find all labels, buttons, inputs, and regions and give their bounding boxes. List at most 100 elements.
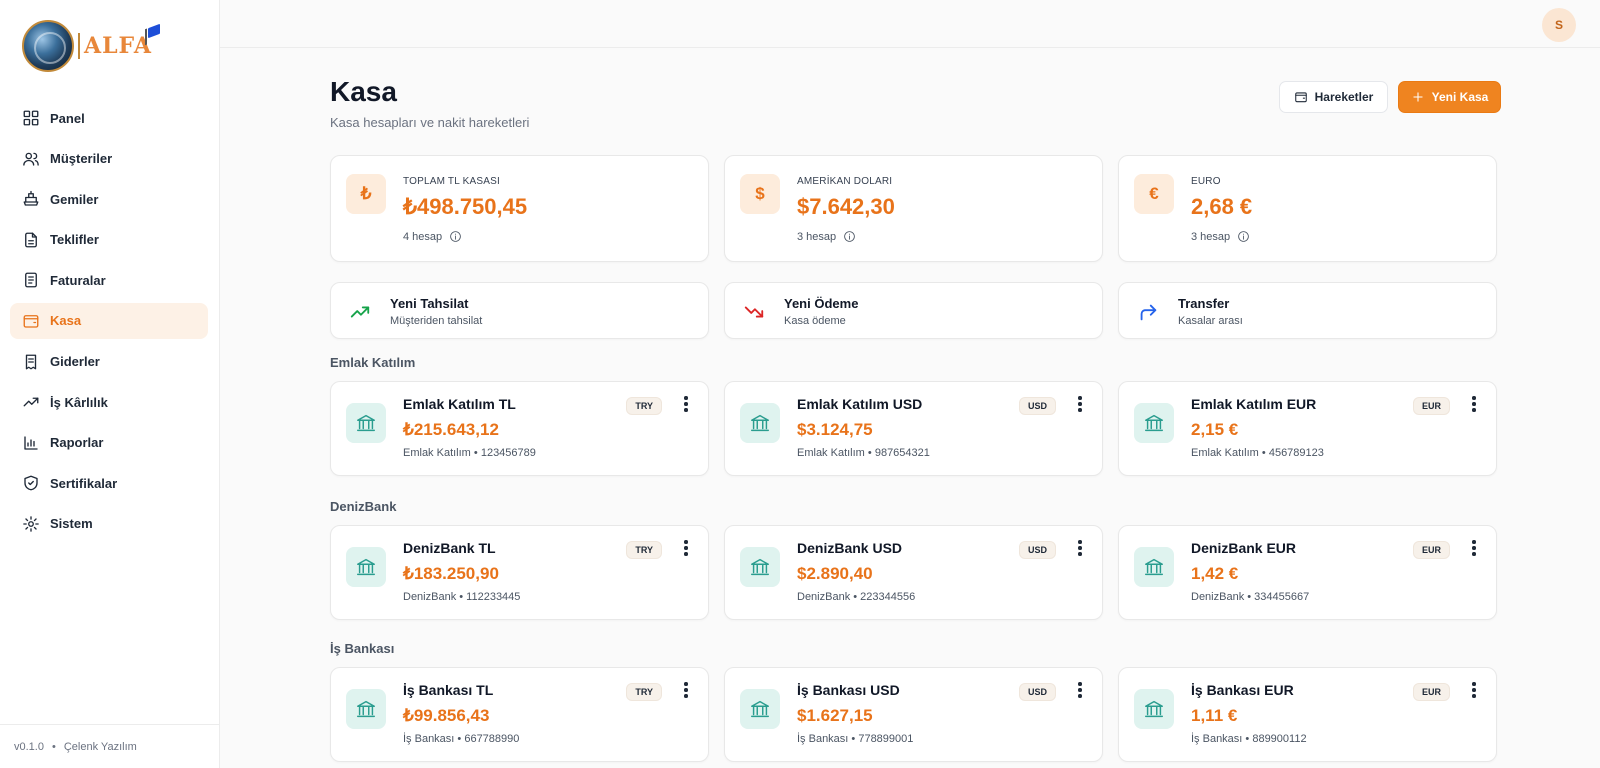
lira-icon: ₺ [346,174,386,214]
account-card[interactable]: İş Bankası USD $1.627,15 İş Bankası • 77… [724,667,1103,762]
sidebar-item-label: Kasa [50,313,82,329]
trend-up-icon [23,397,39,407]
movements-button[interactable]: Hareketler [1279,81,1388,113]
more-vertical-icon[interactable] [1466,680,1482,700]
group-label-is-bankasi: İş Bankası [330,641,395,656]
action-title: Transfer [1178,296,1230,311]
sidebar-item-label: Teklifler [50,232,99,248]
account-number: 123456789 [480,447,536,459]
summary-label: EURO [1191,176,1221,187]
account-card[interactable]: İş Bankası EUR 1,11 € İş Bankası • 88990… [1118,667,1497,762]
account-card[interactable]: İş Bankası TL ₺99.856,43 İş Bankası • 66… [330,667,709,762]
group-label-emlak-katilim: Emlak Katılım [330,355,416,370]
summary-count: 3 hesap [1191,230,1250,243]
more-vertical-icon[interactable] [1466,394,1482,414]
sidebar-item-label: Panel [50,110,85,126]
wallet-icon [23,315,39,328]
account-balance: ₺99.856,43 [403,706,490,725]
bank-name: İş Bankası [1191,733,1243,745]
account-meta: İş Bankası • 889900112 [1191,733,1307,745]
sidebar-item-gemiler[interactable]: Gemiler [10,181,208,217]
account-card[interactable]: Emlak Katılım USD $3.124,75 Emlak Katılı… [724,381,1103,476]
sidebar-item-sistem[interactable]: Sistem [10,506,208,542]
trend-down-icon [744,306,764,318]
currency-badge: TRY [626,683,662,701]
account-balance: ₺183.250,90 [403,564,499,583]
bank-icon [1134,403,1174,443]
sidebar-item-sertifikalar[interactable]: Sertifikalar [10,465,208,501]
more-vertical-icon[interactable] [1072,680,1088,700]
account-card[interactable]: Emlak Katılım EUR 2,15 € Emlak Katılım •… [1118,381,1497,476]
account-name: Emlak Katılım EUR [1191,396,1317,412]
separator-dot: • [51,740,56,753]
euro-icon: € [1134,174,1174,214]
users-icon [23,152,39,166]
group-label-denizbank: DenizBank [330,499,397,514]
action-title: Yeni Ödeme [784,296,859,311]
info-icon[interactable] [843,230,856,243]
summary-count: 3 hesap [797,230,856,243]
account-number: 987654321 [874,447,930,459]
sidebar-item-is-karlilik[interactable]: İş Kârlılık [10,384,208,420]
currency-badge: EUR [1412,683,1450,701]
globe-logo-icon [22,20,74,72]
currency-badge: USD [1018,683,1056,701]
sidebar-item-label: Sistem [50,516,93,532]
currency-badge: EUR [1412,541,1450,559]
account-meta: DenizBank • 223344556 [797,591,916,603]
account-number: 778899001 [858,733,914,745]
currency-badge: USD [1018,541,1056,559]
account-number: 112233445 [466,591,521,603]
dollar-icon: $ [740,174,780,214]
sidebar-item-musteriler[interactable]: Müşteriler [10,141,208,177]
currency-badge: TRY [626,541,662,559]
account-meta: Emlak Katılım • 123456789 [403,447,536,459]
sidebar-item-faturalar[interactable]: Faturalar [10,262,208,298]
sidebar-item-teklifler[interactable]: Teklifler [10,222,208,258]
bank-name: İş Bankası [797,733,849,745]
summary-count: 4 hesap [403,230,462,243]
summary-value: $7.642,30 [797,194,895,219]
account-balance: 1,42 € [1191,564,1239,583]
more-vertical-icon[interactable] [678,538,694,558]
summary-label: TOPLAM TL KASASI [403,176,500,187]
more-vertical-icon[interactable] [1466,538,1482,558]
action-subtitle: Kasalar arası [1178,315,1243,327]
new-collection-action[interactable]: Yeni Tahsilat Müşteriden tahsilat [330,282,709,339]
new-payment-action[interactable]: Yeni Ödeme Kasa ödeme [724,282,1103,339]
account-name: İş Bankası USD [797,682,900,698]
account-balance: 1,11 € [1191,706,1238,725]
sidebar-item-giderler[interactable]: Giderler [10,344,208,380]
user-avatar[interactable]: S [1542,8,1576,42]
info-icon[interactable] [449,230,462,243]
currency-badge: TRY [626,397,662,415]
account-card[interactable]: DenizBank EUR 1,42 € DenizBank • 3344556… [1118,525,1497,620]
account-card[interactable]: DenizBank USD $2.890,40 DenizBank • 2233… [724,525,1103,620]
account-balance: ₺215.643,12 [403,420,499,439]
account-name: DenizBank EUR [1191,540,1297,556]
account-count-text: 3 hesap [1191,230,1231,243]
sidebar-item-panel[interactable]: Panel [10,100,208,136]
sidebar-item-raporlar[interactable]: Raporlar [10,425,208,461]
sidebar-item-label: Müşteriler [50,151,113,167]
bank-name: İş Bankası [403,733,455,745]
sidebar-footer: v0.1.0 • Çelenk Yazılım [0,724,219,768]
more-vertical-icon[interactable] [678,394,694,414]
currency-badge: USD [1018,397,1056,415]
sidebar-item-kasa[interactable]: Kasa [10,302,208,339]
app-logo[interactable]: ALFA [22,20,160,72]
new-cash-button[interactable]: Yeni Kasa [1398,81,1501,113]
more-vertical-icon[interactable] [1072,394,1088,414]
account-balance: $3.124,75 [797,420,873,439]
more-vertical-icon[interactable] [1072,538,1088,558]
account-meta: DenizBank • 112233445 [403,591,521,603]
bank-icon [346,403,386,443]
more-vertical-icon[interactable] [678,680,694,700]
summary-value: ₺498.750,45 [403,194,528,219]
info-icon[interactable] [1237,230,1250,243]
account-card[interactable]: Emlak Katılım TL ₺215.643,12 Emlak Katıl… [330,381,709,476]
account-meta: Emlak Katılım • 456789123 [1191,447,1324,459]
transfer-action[interactable]: Transfer Kasalar arası [1118,282,1497,339]
account-card[interactable]: DenizBank TL ₺183.250,90 DenizBank • 112… [330,525,709,620]
summary-label: AMERİKAN DOLARI [797,176,893,187]
